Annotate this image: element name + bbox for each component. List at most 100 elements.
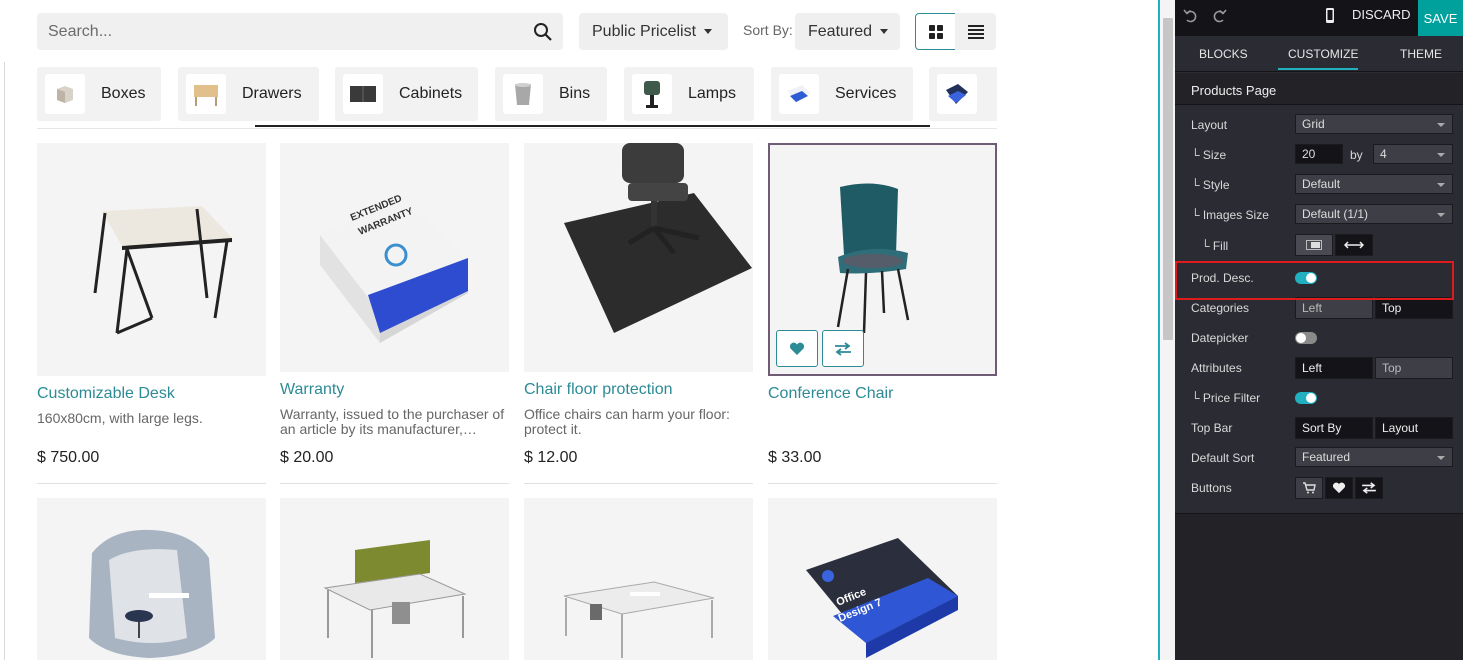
- wishlist-toggle-button[interactable]: [1325, 477, 1353, 499]
- pricelist-dropdown[interactable]: Public Pricelist: [579, 13, 728, 50]
- style-value: Default: [1302, 177, 1341, 191]
- save-label: SAVE: [1423, 10, 1458, 26]
- heart-icon: [789, 342, 805, 355]
- search-icon[interactable]: [533, 22, 553, 42]
- size-input[interactable]: 20: [1295, 144, 1343, 164]
- buttons-label: Buttons: [1191, 481, 1232, 495]
- cabinets-thumbnail: [343, 74, 383, 114]
- product-price: $ 20.00: [280, 449, 334, 466]
- editor-top-bar: DISCARD SAVE: [1175, 0, 1463, 36]
- sort-dropdown[interactable]: Featured: [795, 13, 900, 50]
- size-value: 20: [1302, 147, 1316, 161]
- category-label: Drawers: [242, 85, 302, 102]
- attributes-left-option[interactable]: Left: [1295, 357, 1373, 379]
- attributes-top-option[interactable]: Top: [1375, 357, 1453, 379]
- category-more[interactable]: [929, 67, 997, 121]
- fill-label: └ Fill: [1201, 239, 1229, 253]
- list-view-button[interactable]: [955, 13, 996, 50]
- section-header: Products Page: [1175, 73, 1463, 105]
- tab-customize[interactable]: CUSTOMIZE: [1288, 47, 1358, 61]
- save-button[interactable]: SAVE: [1418, 0, 1463, 36]
- editor-panel-footer: [1175, 513, 1463, 660]
- product-name[interactable]: Customizable Desk: [37, 385, 175, 403]
- bins-thumbnail: [503, 74, 543, 114]
- product-image[interactable]: [280, 498, 509, 660]
- undo-icon[interactable]: [1182, 7, 1200, 25]
- add-to-cart-toggle-button[interactable]: [1295, 477, 1323, 499]
- category-services[interactable]: Services: [771, 67, 913, 121]
- images-size-select[interactable]: Default (1/1): [1295, 204, 1453, 224]
- product-name[interactable]: Conference Chair: [768, 385, 893, 403]
- category-label: Services: [835, 85, 897, 102]
- highlight-box: [1175, 261, 1454, 300]
- default-sort-label: Default Sort: [1191, 451, 1255, 465]
- page-scrollbar-thumb[interactable]: [1163, 18, 1173, 340]
- grid-view-button[interactable]: [915, 13, 956, 50]
- default-sort-select[interactable]: Featured: [1295, 447, 1453, 467]
- fill-cover-button[interactable]: [1335, 234, 1373, 256]
- compare-button[interactable]: [822, 330, 864, 367]
- datepicker-toggle[interactable]: [1295, 332, 1317, 344]
- product-name[interactable]: Chair floor protection: [524, 381, 673, 399]
- product-description: 160x80cm, with large legs.: [37, 410, 203, 426]
- category-cabinets[interactable]: Cabinets: [335, 67, 478, 121]
- editor-tabs: BLOCKS CUSTOMIZE THEME: [1175, 36, 1463, 72]
- categories-left-option[interactable]: Left: [1295, 297, 1373, 319]
- style-select[interactable]: Default: [1295, 174, 1453, 194]
- product-image[interactable]: EXTENDED WARRANTY: [280, 143, 509, 372]
- tab-blocks[interactable]: BLOCKS: [1199, 47, 1248, 61]
- redo-icon[interactable]: [1210, 7, 1228, 25]
- discard-button[interactable]: DISCARD: [1352, 7, 1411, 22]
- price-filter-toggle[interactable]: [1295, 392, 1317, 404]
- services-thumbnail: [779, 74, 819, 114]
- category-label: Boxes: [101, 85, 146, 102]
- top-bar-sort-by-option[interactable]: Sort By: [1295, 417, 1373, 439]
- size-label: └ Size: [1191, 148, 1227, 162]
- default-sort-value: Featured: [1302, 450, 1351, 464]
- product-price: $ 12.00: [524, 449, 578, 466]
- categories-label: Categories: [1191, 301, 1250, 315]
- add-to-wishlist-button[interactable]: [776, 330, 818, 367]
- products-per-row-select[interactable]: 4: [1373, 144, 1453, 164]
- layout-label: Layout: [1191, 118, 1228, 132]
- chevron-down-icon: [1437, 213, 1445, 217]
- mobile-preview-icon[interactable]: [1321, 7, 1339, 25]
- top-bar-layout-option[interactable]: Layout: [1375, 417, 1453, 439]
- search-input[interactable]: [37, 13, 517, 50]
- category-divider: [37, 128, 997, 129]
- option-label: Layout: [1382, 421, 1419, 435]
- option-label: Top: [1382, 361, 1402, 375]
- arrows-horizontal-icon: [1344, 241, 1364, 249]
- product-description: Warranty, issued to the purchaser of an …: [280, 406, 505, 437]
- product-price: $ 750.00: [37, 449, 100, 466]
- tab-theme[interactable]: THEME: [1400, 47, 1442, 61]
- chevron-down-icon: [1437, 456, 1445, 460]
- category-boxes[interactable]: Boxes: [37, 67, 161, 121]
- exchange-icon: [1362, 482, 1376, 494]
- layout-select[interactable]: Grid: [1295, 114, 1453, 134]
- images-size-label: └ Images Size: [1191, 208, 1269, 222]
- category-lamps[interactable]: Lamps: [624, 67, 754, 121]
- product-name[interactable]: Warranty: [280, 381, 344, 399]
- category-label: Bins: [559, 85, 591, 102]
- chevron-down-icon: [1437, 183, 1445, 187]
- more-thumbnail: [937, 74, 977, 114]
- left-edge-border: [0, 62, 5, 660]
- product-image[interactable]: [524, 498, 753, 660]
- compare-toggle-button[interactable]: [1355, 477, 1383, 499]
- card-separator: [280, 483, 509, 484]
- product-image[interactable]: [37, 498, 266, 660]
- search-bar: [37, 13, 563, 50]
- category-drawers[interactable]: Drawers: [178, 67, 319, 121]
- option-label: Sort By: [1302, 421, 1342, 435]
- product-image[interactable]: [524, 143, 753, 372]
- category-bins[interactable]: Bins: [495, 67, 607, 121]
- size-by-label: by: [1350, 148, 1363, 162]
- product-image[interactable]: [37, 143, 266, 376]
- list-icon: [967, 24, 984, 39]
- product-price: $ 33.00: [768, 449, 822, 466]
- product-image[interactable]: Office Design 7: [768, 498, 997, 660]
- fill-contain-button[interactable]: [1295, 234, 1333, 256]
- sort-by-label: Sort By:: [743, 22, 793, 38]
- categories-top-option[interactable]: Top: [1375, 297, 1453, 319]
